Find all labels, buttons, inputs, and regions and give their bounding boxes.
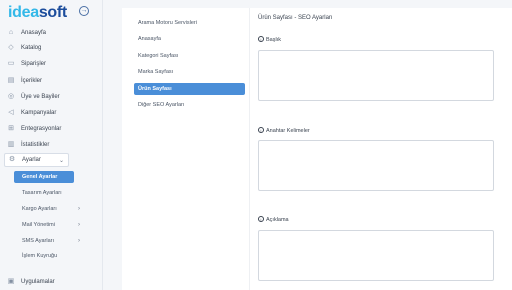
home-icon: ⌂ bbox=[8, 29, 14, 36]
sidebar-sub-design[interactable]: Tasarım Ayarları bbox=[14, 187, 74, 199]
sidebar-item-integrations[interactable]: ⊞ Entegrasyonlar bbox=[6, 122, 98, 136]
logo-part-1: idea bbox=[8, 4, 39, 21]
main-panel: Arama Motoru Servisleri Anasayfa Kategor… bbox=[122, 8, 512, 290]
sidebar-sub-label: İşlem Kuyruğu bbox=[22, 253, 58, 259]
sidebar-item-label: Entegrasyonlar bbox=[21, 126, 62, 132]
stats-icon: ▥ bbox=[7, 141, 15, 148]
keywords-textarea[interactable] bbox=[258, 140, 494, 191]
users-icon: ◎ bbox=[7, 93, 15, 100]
sidebar-item-campaigns[interactable]: ◁ Kampanyalar bbox=[6, 106, 98, 120]
sidebar-item-label: İstatistikler bbox=[21, 142, 50, 148]
gear-icon: ⚙ bbox=[8, 156, 16, 163]
title-label: i Başlık bbox=[258, 36, 281, 43]
cart-icon: ▭ bbox=[7, 60, 15, 67]
sidebar-sub-label: Genel Ayarlar bbox=[22, 174, 58, 180]
chevron-right-icon: › bbox=[78, 222, 80, 228]
sidebar: ideasoft → ⌂ Anasayfa ◇ Katalog ▭ Siparişle… bbox=[0, 0, 103, 290]
sidebar-item-label: Kampanyalar bbox=[21, 110, 57, 116]
sidebar-item-settings[interactable]: ⚙ Ayarlar ⌄ bbox=[4, 153, 69, 167]
sidebar-item-home[interactable]: ⌂ Anasayfa bbox=[6, 26, 98, 40]
sidebar-item-label: Anasayfa bbox=[21, 30, 47, 36]
sidebar-item-label: Üye ve Bayiler bbox=[21, 94, 60, 100]
sidebar-sub-general[interactable]: Genel Ayarlar bbox=[14, 171, 74, 183]
megaphone-icon: ◁ bbox=[8, 109, 14, 116]
sidebar-item-members[interactable]: ◎ Üye ve Bayiler bbox=[6, 90, 98, 104]
keywords-label: i Anahtar Kelimeler bbox=[258, 127, 310, 134]
seo-menu-item[interactable]: Arama Motoru Servisleri bbox=[134, 17, 245, 29]
seo-menu-item[interactable]: Diğer SEO Ayarları bbox=[134, 99, 245, 111]
seo-menu-item[interactable]: Anasayfa bbox=[134, 33, 245, 45]
sidebar-sub-label: Kargo Ayarları bbox=[22, 206, 57, 212]
apps-icon: ▣ bbox=[7, 278, 15, 285]
chevron-down-icon: ⌄ bbox=[58, 157, 64, 164]
tag-icon: ◇ bbox=[8, 44, 14, 51]
sidebar-item-label: Katalog bbox=[21, 45, 42, 51]
seo-menu-item-active[interactable]: Ürün Sayfası bbox=[134, 83, 245, 95]
title-label-text: Başlık bbox=[266, 37, 281, 43]
sidebar-sub-cargo[interactable]: Kargo Ayarları › bbox=[14, 203, 80, 215]
title-textarea[interactable] bbox=[258, 50, 494, 101]
sidebar-sub-label: Tasarım Ayarları bbox=[22, 190, 62, 196]
form-title: Ürün Sayfası - SEO Ayarları bbox=[258, 15, 333, 21]
description-textarea[interactable] bbox=[258, 230, 494, 281]
chevron-right-icon: › bbox=[78, 238, 80, 244]
sidebar-item-label: Uygulamalar bbox=[21, 279, 55, 285]
keywords-label-text: Anahtar Kelimeler bbox=[266, 128, 310, 134]
sidebar-sub-sms[interactable]: SMS Ayarları › bbox=[14, 235, 80, 247]
logo-part-2: soft bbox=[38, 4, 67, 21]
document-icon: ▤ bbox=[7, 77, 15, 84]
sidebar-item-apps[interactable]: ▣ Uygulamalar bbox=[6, 275, 98, 289]
sidebar-item-content[interactable]: ▤ İçerikler bbox=[6, 74, 98, 88]
sidebar-sub-mail[interactable]: Mail Yönetimi › bbox=[14, 219, 80, 231]
seo-menu-item[interactable]: Kategori Sayfası bbox=[134, 50, 245, 62]
description-label: i Açıklama bbox=[258, 216, 289, 223]
info-icon: i bbox=[258, 127, 264, 133]
info-icon: i bbox=[258, 216, 264, 222]
sidebar-item-label: Ayarlar bbox=[22, 157, 41, 163]
description-label-text: Açıklama bbox=[266, 217, 289, 223]
sidebar-item-stats[interactable]: ▥ İstatistikler bbox=[6, 138, 98, 152]
integration-icon: ⊞ bbox=[8, 125, 14, 132]
sidebar-sub-label: Mail Yönetimi bbox=[22, 222, 55, 228]
seo-menu: Arama Motoru Servisleri Anasayfa Kategor… bbox=[122, 8, 250, 290]
sidebar-item-label: İçerikler bbox=[21, 78, 43, 84]
sidebar-item-label: Siparişler bbox=[21, 61, 47, 67]
chevron-right-icon: › bbox=[78, 206, 80, 212]
logo[interactable]: ideasoft bbox=[8, 4, 67, 22]
info-icon: i bbox=[258, 36, 264, 42]
sidebar-item-orders[interactable]: ▭ Siparişler bbox=[6, 57, 98, 71]
sidebar-sub-queue[interactable]: İşlem Kuyruğu bbox=[14, 250, 74, 262]
seo-menu-item[interactable]: Marka Sayfası bbox=[134, 66, 245, 78]
collapse-sidebar-icon[interactable]: → bbox=[79, 6, 89, 16]
sidebar-sub-label: SMS Ayarları bbox=[22, 238, 54, 244]
sidebar-item-catalog[interactable]: ◇ Katalog bbox=[6, 41, 98, 55]
